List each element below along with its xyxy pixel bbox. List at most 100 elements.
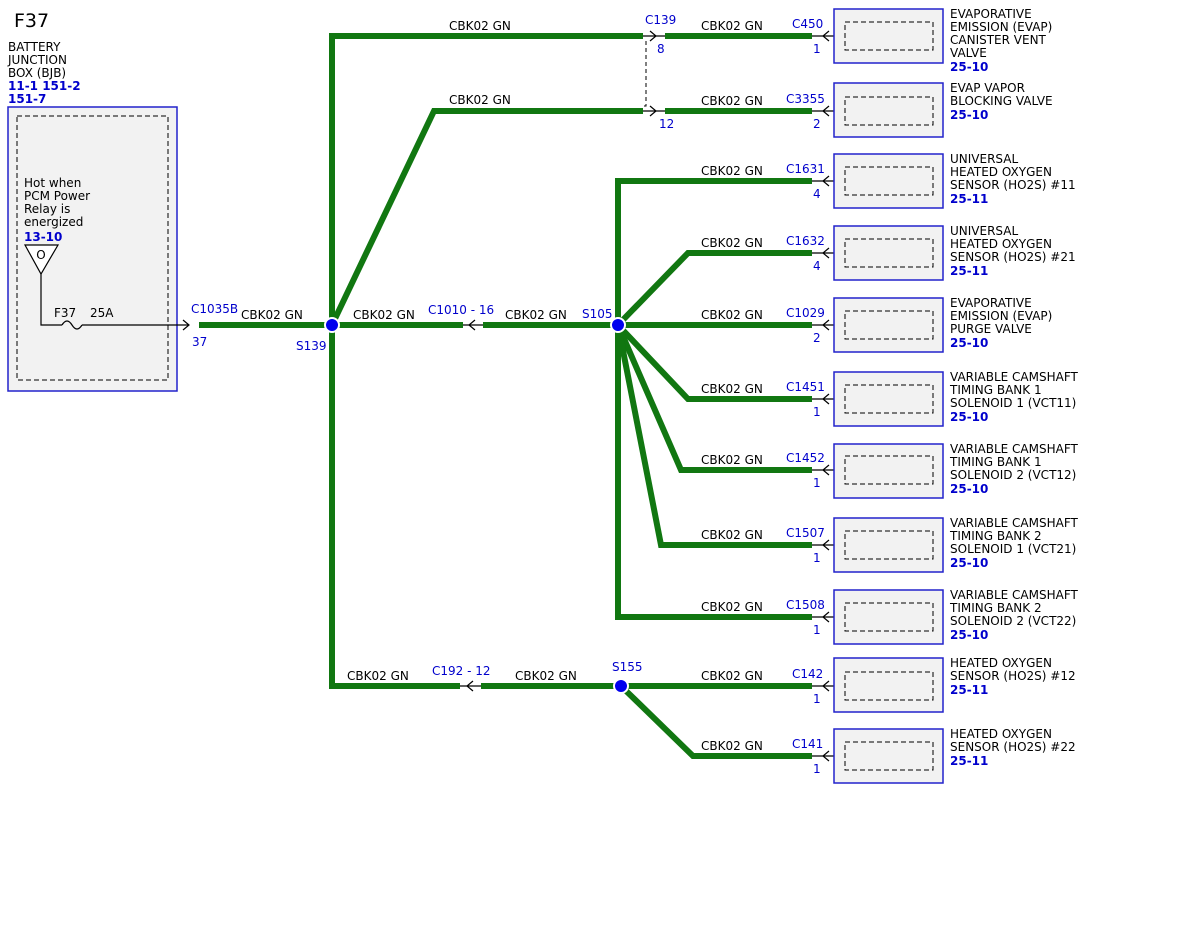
connector-pin: 1 [813, 405, 821, 419]
wire-label-s139-c139-top: CBK02 GN [449, 19, 511, 33]
wire-label: CBK02 GN [701, 236, 763, 250]
c139-pin-12: 12 [659, 117, 674, 131]
component-ref-link[interactable]: 25-10 [950, 336, 988, 350]
connector-link[interactable]: C1452 [786, 451, 825, 465]
component-description-line: EMISSION (EVAP) [950, 20, 1052, 34]
connector-pin: 1 [813, 476, 821, 490]
component-description-line: VALVE [950, 46, 987, 60]
c139-pin-8: 8 [657, 42, 665, 56]
splice-s139 [324, 317, 340, 333]
hot-when-line3: Relay is [24, 202, 70, 216]
component-description-line: VARIABLE CAMSHAFT [950, 516, 1079, 530]
wiring-diagram: F37 BATTERY JUNCTION BOX (BJB) 11-1 151-… [7, 7, 1079, 784]
component-box[interactable] [833, 517, 944, 573]
wire-label: CBK02 GN [701, 308, 763, 322]
connector-link[interactable]: C141 [792, 737, 823, 751]
component-description-line: VARIABLE CAMSHAFT [950, 588, 1079, 602]
component-ref-link[interactable]: 25-11 [950, 683, 988, 697]
fuse-label: F37 [54, 306, 76, 320]
component-description-line: TIMING BANK 1 [949, 455, 1042, 469]
wire-label-s139-c192: CBK02 GN [347, 669, 409, 683]
component-description-line: VARIABLE CAMSHAFT [950, 442, 1079, 456]
bjb-label-line1: BATTERY [8, 40, 61, 54]
component-description-line: UNIVERSAL [950, 152, 1018, 166]
wire-label: CBK02 GN [701, 94, 763, 108]
hot-when-ref-link[interactable]: 13-10 [24, 230, 62, 244]
component-description-line: HEATED OXYGEN [950, 165, 1052, 179]
component-ref-link[interactable]: 25-10 [950, 482, 988, 496]
connector-link[interactable]: C1029 [786, 306, 825, 320]
connector-link[interactable]: C1631 [786, 162, 825, 176]
wire-label: CBK02 GN [701, 164, 763, 178]
component-description-line: TIMING BANK 2 [949, 529, 1042, 543]
component-description-line: SOLENOID 2 (VCT22) [950, 614, 1076, 628]
component-box[interactable] [833, 82, 944, 138]
connector-link[interactable]: C450 [792, 17, 823, 31]
component-description-line: BLOCKING VALVE [950, 94, 1053, 108]
fuse-rating: 25A [90, 306, 114, 320]
hot-when-line2: PCM Power [24, 189, 90, 203]
connector-pin: 1 [813, 762, 821, 776]
wire-label-c1010-s105: CBK02 GN [505, 308, 567, 322]
c1010-link[interactable]: C1010 - 16 [428, 303, 494, 317]
component-box[interactable] [833, 8, 944, 64]
component-description-line: HEATED OXYGEN [950, 727, 1052, 741]
connector-link[interactable]: C3355 [786, 92, 825, 106]
c192-link[interactable]: C192 - 12 [432, 664, 491, 678]
connector-pin: 1 [813, 623, 821, 637]
component-description-line: HEATED OXYGEN [950, 237, 1052, 251]
wire-label-s139-c139-bottom: CBK02 GN [449, 93, 511, 107]
component-box[interactable] [833, 443, 944, 499]
component-box[interactable] [833, 589, 944, 645]
component-description-line: TIMING BANK 1 [949, 383, 1042, 397]
wire-label: CBK02 GN [701, 739, 763, 753]
connector-link[interactable]: C1508 [786, 598, 825, 612]
bjb-label-line3: BOX (BJB) [8, 66, 66, 80]
component-description-line: CANISTER VENT [950, 33, 1047, 47]
wire-label: CBK02 GN [701, 528, 763, 542]
component-description-line: PURGE VALVE [950, 322, 1032, 336]
component-row: CBK02 GN C450 1 EVAPORATIVEEMISSION (EVAP)C… [701, 7, 1052, 74]
component-box[interactable] [833, 225, 944, 281]
wire-label: CBK02 GN [701, 669, 763, 683]
connector-link[interactable]: C142 [792, 667, 823, 681]
s105-label: S105 [582, 307, 613, 321]
component-ref-link[interactable]: 25-10 [950, 108, 988, 122]
component-description-line: SENSOR (HO2S) #12 [950, 669, 1076, 683]
c1035b-pin: 37 [192, 335, 207, 349]
bjb-label-line2: JUNCTION [7, 53, 67, 67]
connector-pin: 4 [813, 259, 821, 273]
component-ref-link[interactable]: 25-11 [950, 192, 988, 206]
splice-s155 [613, 678, 629, 694]
power-indicator-letter: O [36, 248, 45, 262]
component-description-line: SOLENOID 2 (VCT12) [950, 468, 1076, 482]
wire-s139-to-c192 [329, 325, 460, 689]
bjb-ref-link-1[interactable]: 11-1 151-2 [8, 79, 81, 93]
c139-link[interactable]: C139 [645, 13, 676, 27]
component-box[interactable] [833, 657, 944, 713]
component-description-line: SOLENOID 1 (VCT21) [950, 542, 1076, 556]
connector-link[interactable]: C1632 [786, 234, 825, 248]
connector-pin: 2 [813, 331, 821, 345]
connector-link[interactable]: C1451 [786, 380, 825, 394]
bjb-ref-link-2[interactable]: 151-7 [8, 92, 46, 106]
component-box[interactable] [833, 297, 944, 353]
component-description-line: EVAPORATIVE [950, 7, 1032, 21]
component-box[interactable] [833, 371, 944, 427]
component-ref-link[interactable]: 25-11 [950, 264, 988, 278]
hot-when-line1: Hot when [24, 176, 81, 190]
c1035b-link[interactable]: C1035B [191, 302, 238, 316]
wire-label: CBK02 GN [701, 600, 763, 614]
component-ref-link[interactable]: 25-10 [950, 60, 988, 74]
component-ref-link[interactable]: 25-10 [950, 410, 988, 424]
component-description-line: TIMING BANK 2 [949, 601, 1042, 615]
component-ref-link[interactable]: 25-10 [950, 556, 988, 570]
component-description-line: EVAPORATIVE [950, 296, 1032, 310]
component-ref-link[interactable]: 25-10 [950, 628, 988, 642]
component-ref-link[interactable]: 25-11 [950, 754, 988, 768]
wire-label-s139-c1010: CBK02 GN [353, 308, 415, 322]
component-box[interactable] [833, 728, 944, 784]
connector-link[interactable]: C1507 [786, 526, 825, 540]
component-box[interactable] [833, 153, 944, 209]
connector-pin: 1 [813, 692, 821, 706]
